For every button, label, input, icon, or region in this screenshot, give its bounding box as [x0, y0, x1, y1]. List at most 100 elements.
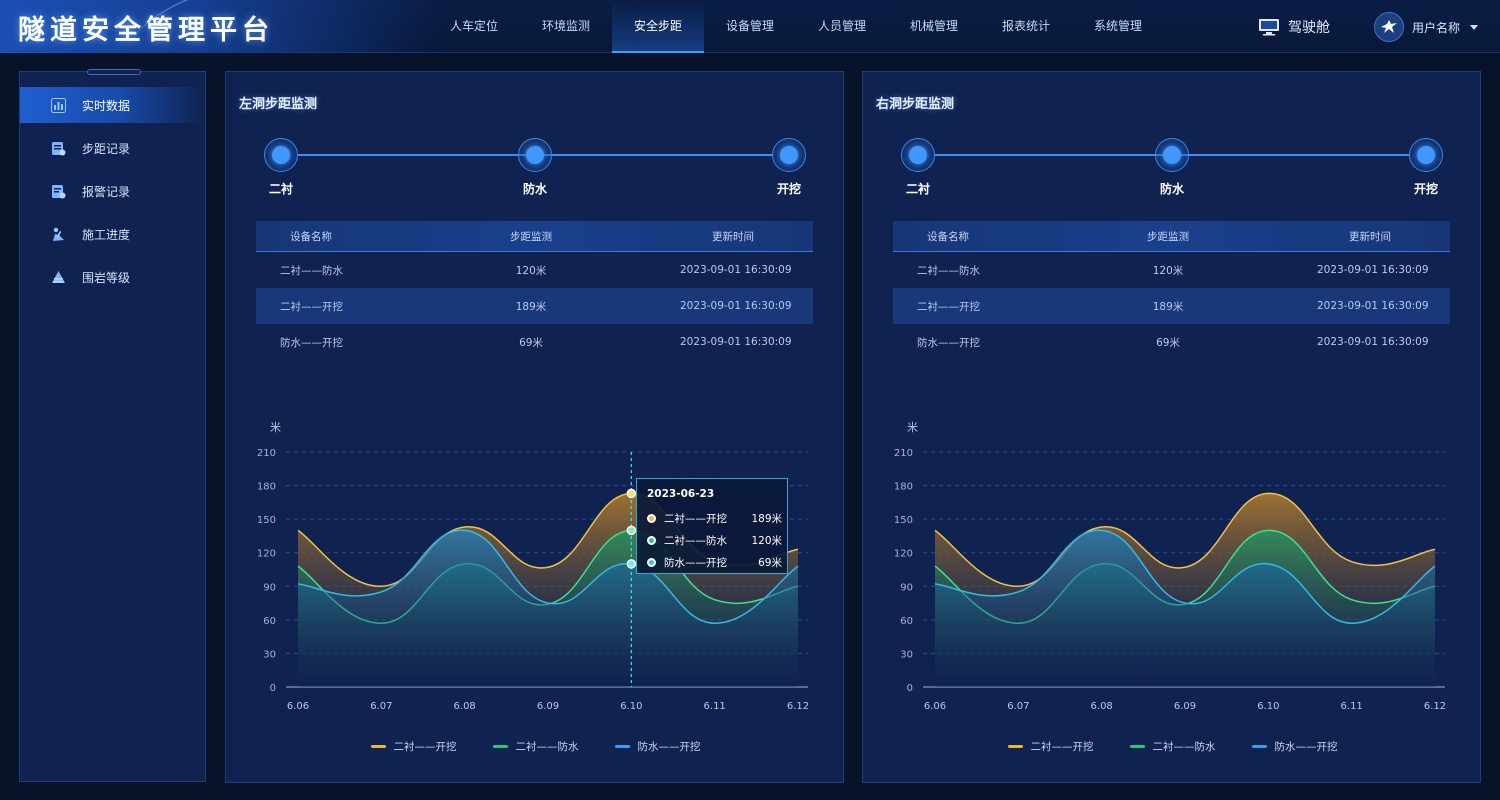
y-tick-label: 90 [900, 582, 913, 593]
user-name: 用户名称 [1412, 20, 1461, 35]
table-row[interactable]: 二衬——开挖 189米 2023-09-01 16:30:09 [256, 288, 813, 324]
step-dot [1417, 146, 1435, 164]
legend-swatch [614, 745, 630, 748]
legend-item[interactable]: 防水——开挖 [1251, 739, 1338, 754]
legend-swatch [1251, 745, 1267, 748]
nav-item-report-statistics[interactable]: 报表统计 [980, 0, 1072, 53]
x-tick-label: 6.12 [787, 701, 809, 712]
legend-label: 防水——开挖 [637, 741, 701, 753]
table-cell: 二衬——防水 [917, 264, 980, 277]
legend-swatch [1007, 745, 1023, 748]
tooltip-series-name: 防水——开挖 [664, 557, 727, 569]
table-cell: 2023-09-01 16:30:09 [1317, 264, 1429, 276]
x-tick-label: 6.07 [1007, 701, 1029, 712]
nav-item-person-vehicle-location[interactable]: 人车定位 [428, 0, 520, 53]
series-dot [647, 514, 656, 523]
y-tick-label: 0 [907, 683, 913, 694]
tooltip-series-name: 二衬——开挖 [664, 513, 727, 525]
nav-item-safety-step[interactable]: 安全步距 [612, 0, 704, 53]
table-row[interactable]: 防水——开挖 69米 2023-09-01 16:30:09 [256, 324, 813, 360]
step-node [264, 138, 298, 172]
table-row[interactable]: 二衬——防水 120米 2023-09-01 16:30:09 [256, 252, 813, 288]
series-dot [647, 558, 656, 567]
x-tick-label: 6.11 [1341, 701, 1363, 712]
legend-item[interactable]: 二衬——开挖 [370, 739, 457, 754]
y-tick-label: 150 [894, 515, 913, 526]
legend-label: 二衬——防水 [1152, 741, 1216, 753]
legend-swatch [370, 745, 386, 748]
tooltip-date: 2023-06-23 [647, 488, 715, 500]
step-label: 二衬 [268, 182, 293, 196]
highlight-point [626, 525, 637, 536]
sidebar-item-step-record[interactable]: 步距记录 [20, 130, 205, 166]
table-cell: 2023-09-01 16:30:09 [680, 300, 792, 312]
legend-label: 二衬——开挖 [1030, 741, 1094, 753]
sidebar-item-label: 围岩等级 [82, 270, 131, 285]
sidebar-item-label: 报警记录 [82, 184, 131, 199]
table-cell: 189米 [515, 300, 547, 313]
legend-item[interactable]: 二衬——防水 [1129, 739, 1216, 754]
y-tick-label: 180 [894, 482, 913, 493]
nav-item-system-management[interactable]: 系统管理 [1072, 0, 1164, 53]
record-icon [52, 141, 66, 155]
step-dot [1163, 146, 1181, 164]
legend-item[interactable]: 防水——开挖 [614, 739, 701, 754]
sidebar: 实时数据 步距记录 报警记录 施工进度 围岩等级 [19, 69, 206, 782]
chart-legend: 二衬——开挖 二衬——防水 防水——开挖 [863, 739, 1482, 754]
table-cell: 2023-09-01 16:30:09 [680, 264, 792, 276]
step-dot [909, 146, 927, 164]
x-tick-label: 6.12 [1424, 701, 1446, 712]
table-cell: 二衬——防水 [280, 264, 343, 277]
tooltip-row: 二衬——防水 120米 [647, 533, 782, 548]
table-cell: 69米 [519, 336, 543, 349]
nav-item-environment-monitor[interactable]: 环境监测 [520, 0, 612, 53]
table-row[interactable]: 二衬——开挖 189米 2023-09-01 16:30:09 [893, 288, 1450, 324]
y-tick-label: 60 [900, 616, 913, 627]
step-label: 开挖 [776, 182, 801, 196]
sidebar-item-construction-progress[interactable]: 施工进度 [20, 216, 205, 252]
y-tick-label: 60 [263, 616, 276, 627]
y-tick-label: 210 [257, 448, 276, 459]
y-tick-label: 30 [263, 649, 276, 660]
panel-title: 左洞步距监测 [239, 97, 318, 112]
step-node [518, 138, 552, 172]
x-tick-label: 6.08 [454, 701, 476, 712]
x-tick-label: 6.10 [1257, 701, 1279, 712]
table-cell: 189米 [1152, 300, 1184, 313]
step-table: 设备名称 步距监测 更新时间 二衬——防水 120米 2023-09-01 16… [256, 221, 813, 360]
construction-icon [53, 227, 64, 241]
nav-item-machinery-management[interactable]: 机械管理 [888, 0, 980, 53]
legend-item[interactable]: 二衬——防水 [492, 739, 579, 754]
step-area-chart[interactable]: 米 0 30 60 90 120 150 180 210 6.06 6.07 6.08 6.09 6.10… [863, 412, 1482, 712]
sidebar-handle [87, 69, 141, 75]
legend-item[interactable]: 二衬——开挖 [1007, 739, 1094, 754]
nav-item-personnel-management[interactable]: 人员管理 [796, 0, 888, 53]
nav-item-device-management[interactable]: 设备管理 [704, 0, 796, 53]
sidebar-item-rock-level[interactable]: 围岩等级 [20, 259, 205, 295]
left-tunnel-panel: 左洞步距监测 二衬 防水 开挖 设备名称 步距监测 更新时间 二衬——防水 12… [225, 71, 844, 783]
sidebar-item-label: 步距记录 [82, 141, 131, 156]
chevron-down-icon [1470, 24, 1479, 30]
table-row[interactable]: 二衬——防水 120米 2023-09-01 16:30:09 [893, 252, 1450, 288]
right-tunnel-panel: 右洞步距监测 二衬 防水 开挖 设备名称 步距监测 更新时间 二衬——防水 12… [862, 71, 1481, 783]
table-cell: 二衬——开挖 [917, 300, 980, 313]
legend-label: 二衬——防水 [515, 741, 579, 753]
x-tick-label: 6.09 [1174, 701, 1196, 712]
cockpit-label: 驾驶舱 [1288, 20, 1330, 36]
tooltip-row: 二衬——开挖 189米 [647, 511, 782, 526]
step-label: 防水 [522, 182, 547, 196]
user-menu[interactable]: 用户名称 [1374, 11, 1479, 43]
table-cell: 2023-09-01 16:30:09 [680, 336, 792, 348]
y-axis-unit: 米 [907, 421, 918, 434]
table-row[interactable]: 防水——开挖 69米 2023-09-01 16:30:09 [893, 324, 1450, 360]
y-tick-label: 120 [257, 549, 276, 560]
sidebar-item-realtime-data[interactable]: 实时数据 [20, 87, 205, 123]
step-node [772, 138, 806, 172]
cockpit-button[interactable]: 驾驶舱 [1258, 14, 1330, 40]
table-cell: 69米 [1156, 336, 1180, 349]
app-title: 隧道安全管理平台 [18, 15, 274, 46]
bar-chart-icon [51, 97, 66, 113]
sidebar-item-alarm-record[interactable]: 报警记录 [20, 173, 205, 209]
column-header: 步距监测 [510, 230, 552, 243]
table-cell: 防水——开挖 [280, 336, 343, 349]
